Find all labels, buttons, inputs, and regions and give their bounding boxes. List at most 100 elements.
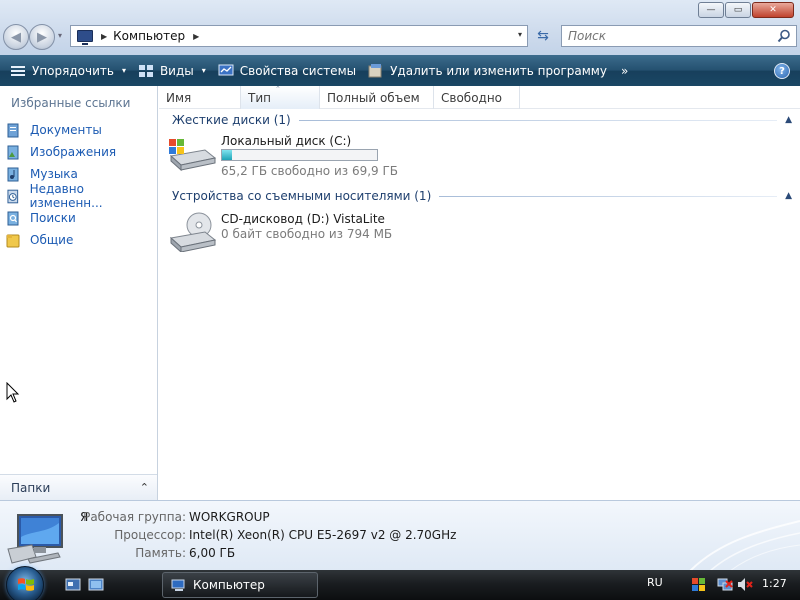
title-bar: — ▭ ✕ ◀ ▶ ▾ ▶ Компьютер ▶ ▾ ⇆ xyxy=(0,0,800,55)
uninstall-program-button[interactable]: Удалить или изменить программу xyxy=(364,59,611,83)
sort-indicator-icon: ⌃ xyxy=(275,85,281,93)
chevron-up-icon: ⌃ xyxy=(139,481,149,494)
forward-button[interactable]: ▶ xyxy=(29,24,55,50)
computer-icon xyxy=(7,514,63,564)
sidebar-item-label: Изображения xyxy=(30,145,117,159)
file-list: Имя ⌃ Тип Полный объем Свободно Жесткие … xyxy=(159,85,800,500)
column-total-size[interactable]: Полный объем xyxy=(320,86,434,109)
computer-icon xyxy=(171,579,185,591)
sidebar-item-public[interactable]: Общие xyxy=(6,229,157,251)
column-name[interactable]: Имя xyxy=(159,86,241,109)
minimize-button[interactable]: — xyxy=(698,2,724,18)
show-desktop-icon[interactable] xyxy=(65,578,81,592)
views-label: Виды xyxy=(159,63,194,78)
refresh-button[interactable]: ⇆ xyxy=(530,25,556,47)
group-removable-storage[interactable]: Устройства со съемными носителями (1) ▲ xyxy=(172,188,792,204)
drive-free-space: 65,2 ГБ свободно из 69,9 ГБ xyxy=(221,164,399,178)
organize-icon xyxy=(11,65,25,76)
programs-icon xyxy=(368,63,382,77)
drive-usage-fill xyxy=(222,150,233,160)
taskbar-button-computer[interactable]: Компьютер xyxy=(162,572,318,598)
cd-drive-icon xyxy=(169,212,217,252)
system-properties-button[interactable]: Свойства системы xyxy=(214,59,360,83)
breadcrumb-separator-after[interactable]: ▶ xyxy=(193,32,199,41)
search-icon[interactable] xyxy=(777,29,791,43)
public-folder-icon xyxy=(6,234,20,247)
sidebar-item-label: Документы xyxy=(30,123,102,137)
taskbar: Компьютер RU 1:27 xyxy=(0,566,800,600)
drive-name: Локальный диск (C:) xyxy=(221,134,352,148)
processor-value: Intel(R) Xeon(R) CPU E5-2697 v2 @ 2.70GH… xyxy=(189,528,457,542)
documents-icon xyxy=(7,123,19,137)
recent-pages-dropdown[interactable]: ▾ xyxy=(58,31,62,40)
address-dropdown-icon[interactable]: ▾ xyxy=(518,30,522,39)
collapse-icon[interactable]: ▲ xyxy=(785,191,792,201)
column-type-label: Тип xyxy=(248,90,271,105)
start-button[interactable] xyxy=(6,566,44,600)
folders-label: Папки xyxy=(11,480,51,495)
windows-logo-icon xyxy=(18,578,34,591)
drive-name: CD-дисковод (D:) VistaLite xyxy=(221,212,385,226)
address-bar[interactable]: ▶ Компьютер ▶ ▾ xyxy=(70,25,528,47)
window-controls: — ▭ ✕ xyxy=(698,2,794,18)
column-free-space[interactable]: Свободно xyxy=(434,86,520,109)
navigation-pane: Избранные ссылки Документы Изображения М… xyxy=(0,86,158,500)
system-properties-icon xyxy=(218,64,234,75)
organize-button[interactable]: Упорядочить ▾ xyxy=(6,59,130,83)
folders-toggle[interactable]: Папки ⌃ xyxy=(0,474,157,500)
more-commands-button[interactable]: » xyxy=(621,64,628,78)
views-icon xyxy=(138,64,153,77)
organize-dropdown-icon: ▾ xyxy=(121,66,126,75)
language-indicator[interactable]: RU xyxy=(647,576,663,589)
workgroup-value: WORKGROUP xyxy=(189,510,270,524)
back-button[interactable]: ◀ xyxy=(3,24,29,50)
views-button[interactable]: Виды ▾ xyxy=(134,59,210,83)
group-title: Устройства со съемными носителями (1) xyxy=(172,189,432,203)
network-icon[interactable] xyxy=(717,577,733,592)
computer-icon xyxy=(77,30,93,45)
uninstall-program-label: Удалить или изменить программу xyxy=(390,63,607,78)
column-headers: Имя ⌃ Тип Полный объем Свободно xyxy=(159,85,800,109)
processor-label-text: Процессор: xyxy=(114,528,186,542)
mouse-pointer-icon xyxy=(6,382,20,403)
sidebar-item-searches[interactable]: Поиски xyxy=(6,207,157,229)
group-divider xyxy=(439,195,778,197)
hard-disk-icon xyxy=(169,139,217,172)
sidebar-item-documents[interactable]: Документы xyxy=(6,119,157,141)
switch-windows-icon[interactable] xyxy=(88,578,104,592)
collapse-icon[interactable]: ▲ xyxy=(785,115,792,125)
volume-muted-icon[interactable] xyxy=(737,577,753,592)
column-type[interactable]: ⌃ Тип xyxy=(241,85,320,109)
drive-free-space: 0 байт свободно из 794 МБ xyxy=(221,227,393,241)
drive-d[interactable]: CD-дисковод (D:) VistaLite 0 байт свобод… xyxy=(167,212,487,256)
help-button[interactable]: ? xyxy=(774,63,790,79)
group-title: Жесткие диски (1) xyxy=(172,113,291,127)
sidebar-item-recent[interactable]: Недавно измененн... xyxy=(6,182,157,210)
security-center-icon[interactable] xyxy=(691,577,707,592)
drive-c[interactable]: Локальный диск (C:) 65,2 ГБ свободно из … xyxy=(167,134,487,178)
sidebar-item-label: Поиски xyxy=(30,211,76,225)
workgroup-label-text: Рабочая группа: xyxy=(83,510,186,524)
decorative-swoosh xyxy=(689,520,800,570)
breadcrumb-computer[interactable]: Компьютер xyxy=(113,29,185,43)
music-icon xyxy=(7,167,19,181)
command-bar: Упорядочить ▾ Виды ▾ Свойства системы Уд… xyxy=(0,55,800,86)
views-dropdown-icon[interactable]: ▾ xyxy=(202,66,206,75)
close-button[interactable]: ✕ xyxy=(752,2,794,18)
group-hard-disks[interactable]: Жесткие диски (1) ▲ xyxy=(172,112,792,128)
pictures-icon xyxy=(7,145,19,159)
group-divider xyxy=(298,119,778,121)
favorite-links-heading: Избранные ссылки xyxy=(11,96,131,110)
breadcrumb-separator[interactable]: ▶ xyxy=(101,32,107,41)
search-input[interactable] xyxy=(568,29,768,43)
drive-usage-bar xyxy=(221,149,378,161)
taskbar-button-label: Компьютер xyxy=(193,578,265,592)
sidebar-item-pictures[interactable]: Изображения xyxy=(6,141,157,163)
clock[interactable]: 1:27 xyxy=(762,577,787,590)
favorite-links-list: Документы Изображения Музыка Недавно изм… xyxy=(6,119,157,251)
sidebar-item-label: Недавно измененн... xyxy=(29,182,103,210)
search-box[interactable] xyxy=(561,25,797,47)
sidebar-item-label: Музыка xyxy=(30,167,78,181)
maximize-button[interactable]: ▭ xyxy=(725,2,751,18)
sidebar-item-label: Общие xyxy=(30,233,74,247)
